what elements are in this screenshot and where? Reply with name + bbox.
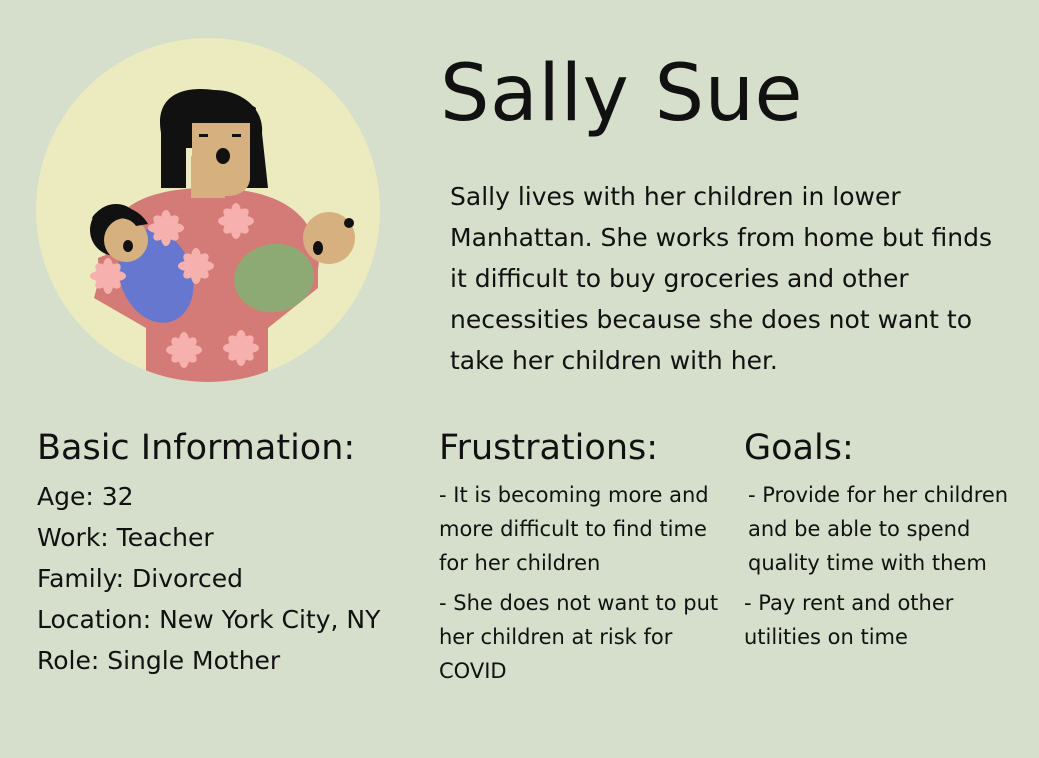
goal-item: - Pay rent and other utilities on time — [744, 591, 954, 649]
goals-section: Goals: - Provide for her children and be… — [744, 426, 1034, 660]
basic-info-location: Location: New York City, NY — [37, 605, 381, 634]
mother-with-babies-illustration — [36, 38, 380, 382]
basic-info-work: Work: Teacher — [37, 523, 214, 552]
goals-heading: Goals: — [744, 428, 854, 468]
basic-info-family: Family: Divorced — [37, 564, 244, 593]
basic-info-age: Age: 32 — [37, 482, 134, 511]
frustrations-heading: Frustrations: — [439, 428, 659, 468]
persona-avatar — [36, 38, 380, 382]
frustration-item: - It is becoming more and more difficult… — [439, 483, 709, 575]
basic-information-heading: Basic Information: — [37, 428, 356, 468]
frustration-item: - She does not want to put her children … — [439, 591, 719, 683]
goals-list: - Provide for her children and be able t… — [744, 478, 1034, 654]
basic-info-role: Role: Single Mother — [37, 646, 281, 675]
frustrations-section: Frustrations: - It is becoming more and … — [439, 426, 729, 694]
frustrations-list: - It is becoming more and more difficult… — [439, 478, 729, 688]
basic-information-list: Age: 32 Work: Teacher Family: Divorced L… — [37, 476, 437, 681]
basic-information-section: Basic Information: Age: 32 Work: Teacher… — [37, 426, 437, 681]
persona-name: Sally Sue — [440, 49, 804, 139]
persona-bio: Sally lives with her children in lower M… — [450, 182, 992, 375]
goal-item: - Provide for her children and be able t… — [748, 483, 1009, 575]
